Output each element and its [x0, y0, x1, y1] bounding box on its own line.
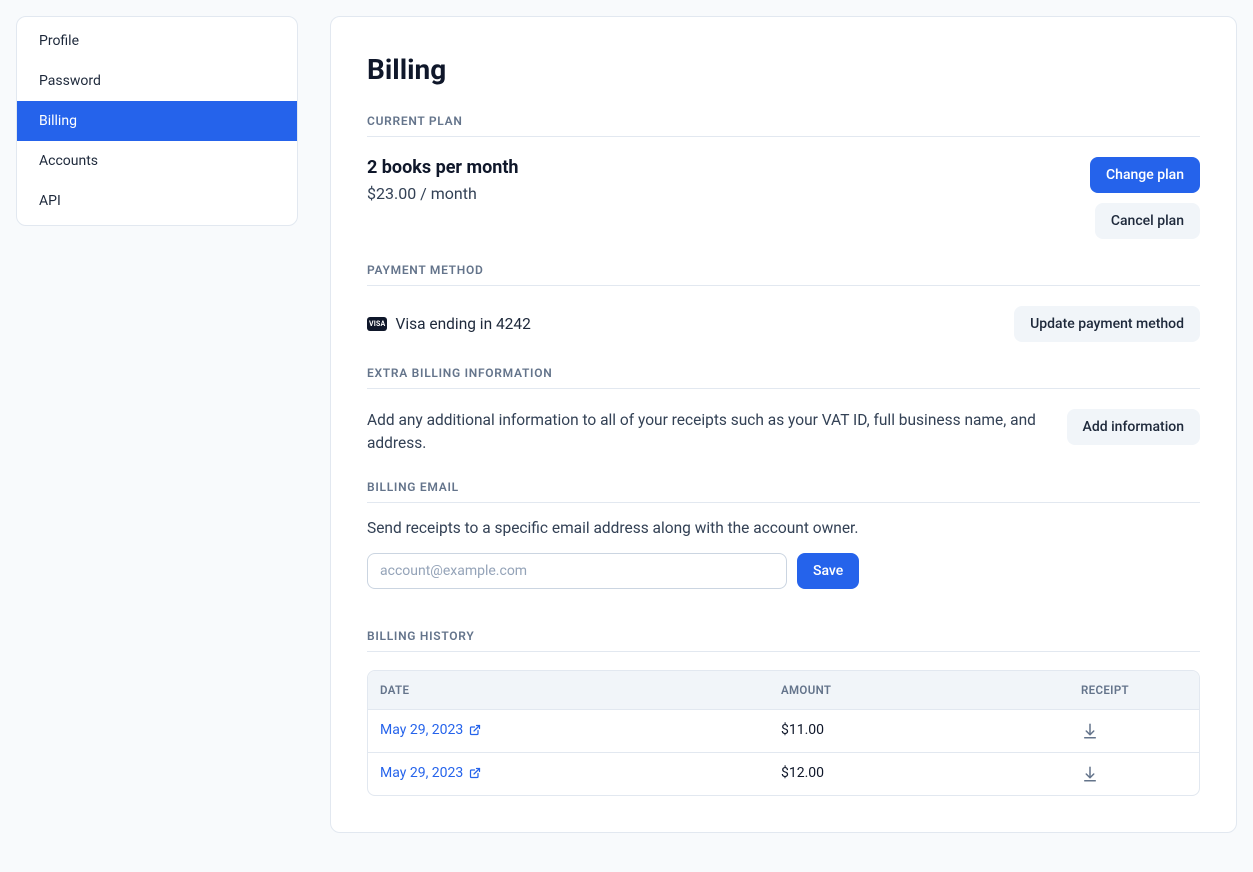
- update-payment-button[interactable]: Update payment method: [1014, 306, 1200, 342]
- cancel-plan-button[interactable]: Cancel plan: [1095, 203, 1200, 239]
- billing-history-table: DATE AMOUNT RECEIPT May 29, 2023 $11.00: [367, 670, 1200, 796]
- plan-price: $23.00 / month: [367, 184, 519, 203]
- payment-method-header: PAYMENT METHOD: [367, 263, 1200, 286]
- sidebar: Profile Password Billing Accounts API: [16, 16, 298, 226]
- billing-email-header: BILLING EMAIL: [367, 480, 1200, 503]
- table-row: May 29, 2023 $11.00: [368, 709, 1199, 752]
- main-content: Billing CURRENT PLAN 2 books per month $…: [330, 16, 1237, 833]
- billing-email-input[interactable]: [367, 553, 787, 589]
- billing-email-description: Send receipts to a specific email addres…: [367, 519, 1200, 537]
- invoice-date-label: May 29, 2023: [380, 765, 463, 781]
- sidebar-item-profile[interactable]: Profile: [17, 21, 297, 61]
- column-header-date: DATE: [368, 671, 769, 709]
- current-plan-section: CURRENT PLAN 2 books per month $23.00 / …: [367, 114, 1200, 239]
- column-header-amount: AMOUNT: [769, 671, 1069, 709]
- billing-email-section: BILLING EMAIL Send receipts to a specifi…: [367, 480, 1200, 589]
- table-row: May 29, 2023 $12.00: [368, 752, 1199, 795]
- table-header-row: DATE AMOUNT RECEIPT: [368, 671, 1199, 709]
- sidebar-item-accounts[interactable]: Accounts: [17, 141, 297, 181]
- payment-method-section: PAYMENT METHOD VISA Visa ending in 4242 …: [367, 263, 1200, 342]
- external-link-icon: [469, 724, 481, 736]
- plan-info: 2 books per month $23.00 / month: [367, 157, 519, 203]
- invoice-date-link[interactable]: May 29, 2023: [380, 722, 481, 738]
- sidebar-item-billing[interactable]: Billing: [17, 101, 297, 141]
- sidebar-item-api[interactable]: API: [17, 181, 297, 221]
- download-icon[interactable]: [1081, 722, 1099, 740]
- visa-icon: VISA: [367, 317, 387, 331]
- save-email-button[interactable]: Save: [797, 553, 859, 589]
- billing-history-header: BILLING HISTORY: [367, 629, 1200, 652]
- billing-history-section: BILLING HISTORY DATE AMOUNT RECEIPT May …: [367, 629, 1200, 796]
- current-plan-header: CURRENT PLAN: [367, 114, 1200, 137]
- plan-name: 2 books per month: [367, 157, 519, 178]
- plan-actions: Change plan Cancel plan: [1090, 157, 1200, 239]
- payment-card-info: VISA Visa ending in 4242: [367, 315, 531, 333]
- change-plan-button[interactable]: Change plan: [1090, 157, 1200, 193]
- invoice-amount: $12.00: [769, 753, 1069, 795]
- sidebar-item-password[interactable]: Password: [17, 61, 297, 101]
- extra-billing-section: EXTRA BILLING INFORMATION Add any additi…: [367, 366, 1200, 456]
- extra-billing-description: Add any additional information to all of…: [367, 409, 1043, 456]
- invoice-date-label: May 29, 2023: [380, 722, 463, 738]
- extra-billing-header: EXTRA BILLING INFORMATION: [367, 366, 1200, 389]
- page-title: Billing: [367, 53, 1200, 86]
- column-header-receipt: RECEIPT: [1069, 671, 1199, 709]
- external-link-icon: [469, 767, 481, 779]
- invoice-date-link[interactable]: May 29, 2023: [380, 765, 481, 781]
- add-information-button[interactable]: Add information: [1067, 409, 1200, 445]
- card-text: Visa ending in 4242: [395, 315, 530, 333]
- invoice-amount: $11.00: [769, 710, 1069, 752]
- download-icon[interactable]: [1081, 765, 1099, 783]
